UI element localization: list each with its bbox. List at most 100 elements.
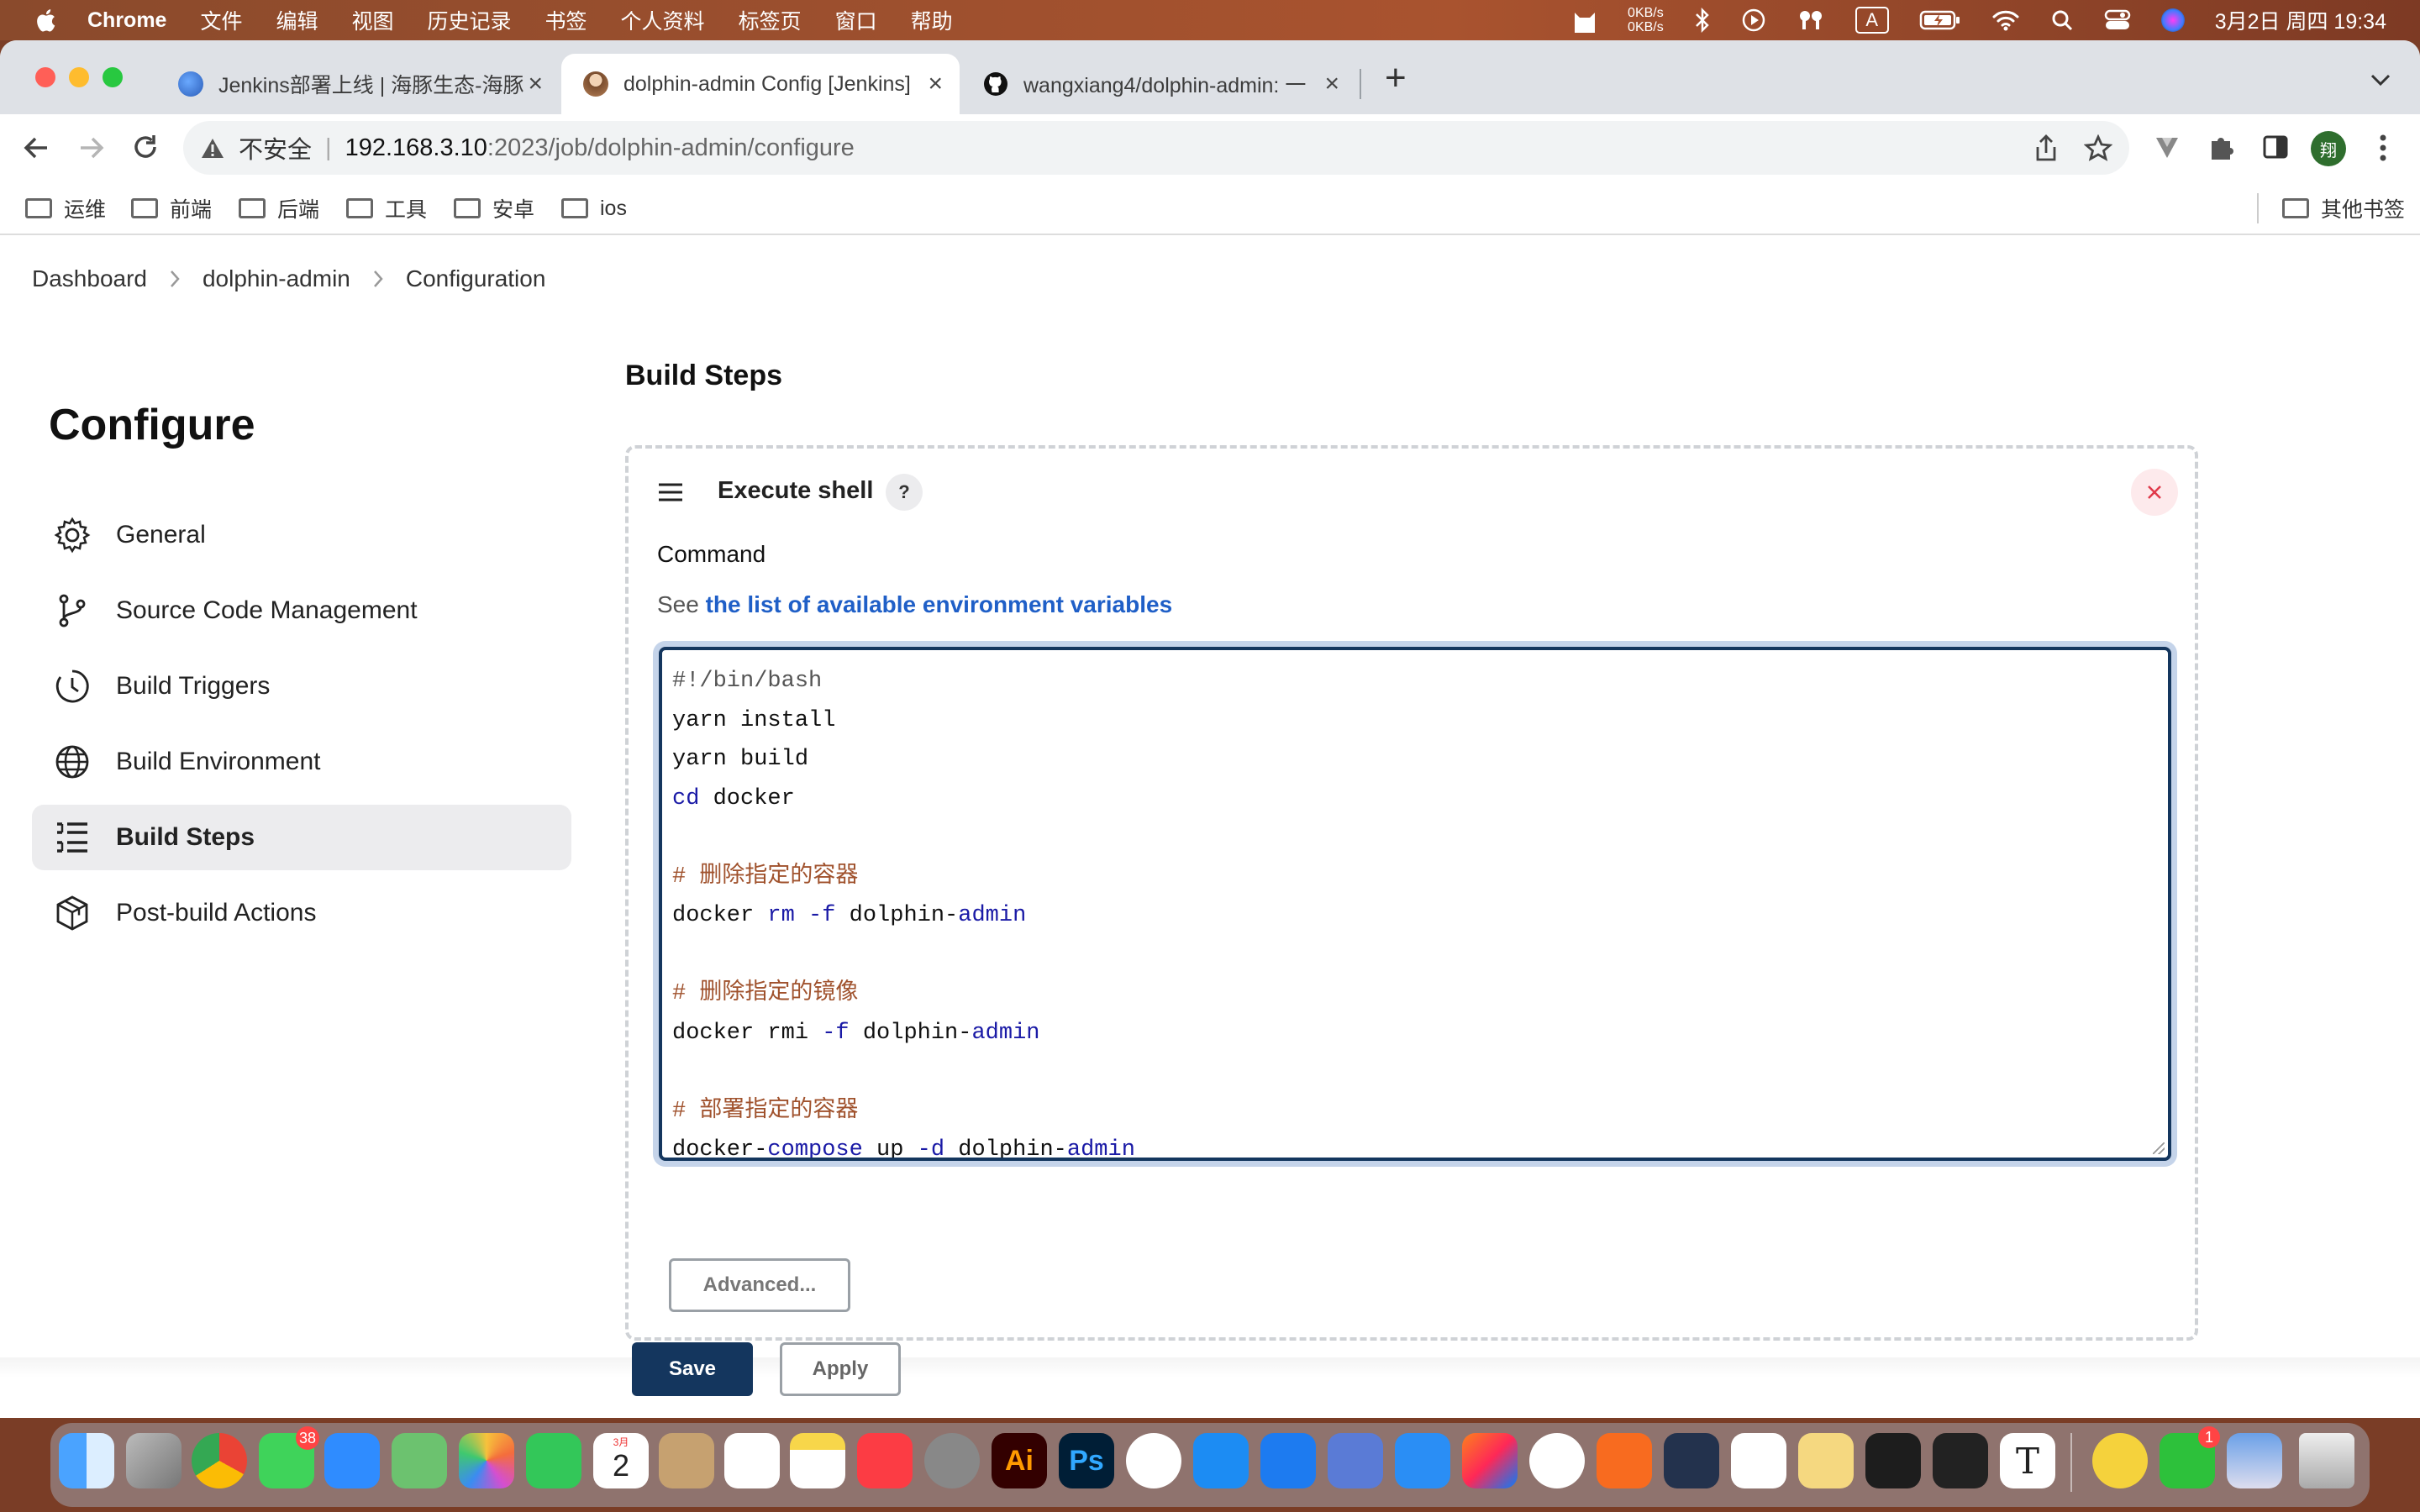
calendar-icon[interactable]: 3月 2 xyxy=(593,1433,649,1488)
sketch-pen-icon[interactable] xyxy=(1597,1433,1652,1488)
menu-view[interactable]: 视图 xyxy=(352,5,394,35)
menu-datetime[interactable]: 3月2日 周四 19:34 xyxy=(2215,5,2386,35)
sidebar-item-build-triggers[interactable]: Build Triggers xyxy=(32,654,571,719)
window-minimize-button[interactable] xyxy=(69,67,89,87)
testflight-icon[interactable] xyxy=(1260,1433,1316,1488)
chrome-icon[interactable] xyxy=(192,1433,247,1488)
reminders-icon[interactable] xyxy=(724,1433,780,1488)
save-button[interactable]: Save xyxy=(632,1342,753,1396)
airpods-icon[interactable] xyxy=(1797,8,1825,33)
chatgpt-icon[interactable] xyxy=(1126,1433,1181,1488)
input-method-icon[interactable]: A xyxy=(1854,7,1889,34)
breadcrumb-dashboard[interactable]: Dashboard xyxy=(32,265,147,292)
extensions-puzzle-icon[interactable] xyxy=(2208,133,2235,161)
tab-github-repo[interactable]: wangxiang4/dolphin-admin: 一 × xyxy=(961,54,1356,114)
activity-monitor-icon[interactable] xyxy=(1865,1433,1921,1488)
address-bar[interactable]: 不安全 | 192.168.3.10:2023/job/dolphin-admi… xyxy=(183,121,2129,175)
sidebar-item-build-environment[interactable]: Build Environment xyxy=(32,729,571,795)
tab-jenkins-blog[interactable]: Jenkins部署上线 | 海豚生态-海豚 × xyxy=(156,54,560,114)
window-zoom-button[interactable] xyxy=(103,67,123,87)
env-vars-link[interactable]: the list of available environment variab… xyxy=(706,591,1173,617)
side-panel-icon[interactable] xyxy=(2262,134,2289,160)
qq-music-icon[interactable] xyxy=(2092,1433,2148,1488)
redis-desktop-icon[interactable] xyxy=(1731,1433,1786,1488)
xcode-icon[interactable] xyxy=(1328,1433,1383,1488)
menu-history[interactable]: 历史记录 xyxy=(428,5,512,35)
menu-bookmarks[interactable]: 书签 xyxy=(545,5,587,35)
menu-file[interactable]: 文件 xyxy=(200,5,242,35)
more-menu-icon[interactable] xyxy=(2378,133,2388,163)
contacts-icon[interactable] xyxy=(659,1433,714,1488)
bookmark-folder-ios[interactable]: ios xyxy=(561,181,627,235)
bluetooth-icon[interactable] xyxy=(1694,8,1711,33)
tab-dolphin-config[interactable]: dolphin-admin Config [Jenkins] × xyxy=(561,54,960,114)
apply-button[interactable]: Apply xyxy=(780,1342,901,1396)
back-arrow-icon[interactable] xyxy=(22,134,50,161)
simulator-icon[interactable] xyxy=(1395,1433,1450,1488)
preview-icon[interactable] xyxy=(2227,1433,2282,1488)
new-tab-plus-icon[interactable]: + xyxy=(1385,57,1407,99)
wifi-icon[interactable] xyxy=(1991,8,2020,32)
siri-icon[interactable] xyxy=(2160,8,2185,32)
sidebar-item-source-code[interactable]: Source Code Management xyxy=(32,578,571,643)
play-circle-icon[interactable] xyxy=(1741,8,1766,33)
share-icon[interactable] xyxy=(2033,134,2059,162)
warning-triangle-icon[interactable] xyxy=(200,136,225,160)
bookmark-folder-other[interactable]: 其他书签 xyxy=(2282,181,2405,235)
sidebar-item-general[interactable]: General xyxy=(32,502,571,568)
bookmark-folder-frontend[interactable]: 前端 xyxy=(131,181,212,235)
bookmark-folder-android[interactable]: 安卓 xyxy=(454,181,534,235)
menu-help[interactable]: 帮助 xyxy=(911,5,953,35)
battery-icon[interactable] xyxy=(1919,9,1961,31)
launchpad-icon[interactable] xyxy=(126,1433,182,1488)
forward-arrow-icon[interactable] xyxy=(77,134,106,161)
bookmark-folder-ops[interactable]: 运维 xyxy=(25,181,106,235)
photos-icon[interactable] xyxy=(459,1433,514,1488)
profile-avatar[interactable]: 翔 xyxy=(2311,131,2346,166)
mail-icon[interactable] xyxy=(324,1433,380,1488)
cat-app-icon[interactable] xyxy=(1572,6,1597,34)
menu-edit[interactable]: 编辑 xyxy=(276,5,318,35)
command-textarea[interactable]: #!/bin/bash yarn install yarn build cd dock… xyxy=(659,647,2171,1161)
chevron-down-icon[interactable] xyxy=(2370,72,2391,87)
breadcrumb-configuration[interactable]: Configuration xyxy=(406,265,546,292)
tab-close-icon[interactable]: × xyxy=(528,70,543,98)
maps-icon[interactable] xyxy=(392,1433,447,1488)
music-icon[interactable] xyxy=(857,1433,913,1488)
drag-handle-icon[interactable] xyxy=(657,482,684,502)
apple-icon[interactable] xyxy=(34,7,57,34)
terminal-icon[interactable] xyxy=(1933,1433,1988,1488)
trash-icon[interactable] xyxy=(2299,1433,2354,1488)
menu-app-name[interactable]: Chrome xyxy=(87,8,166,33)
reload-icon[interactable] xyxy=(131,133,160,161)
bookmark-star-icon[interactable] xyxy=(2084,134,2112,161)
app-store-icon[interactable] xyxy=(1193,1433,1249,1488)
advanced-button[interactable]: Advanced... xyxy=(669,1258,850,1312)
cloud-app-icon[interactable] xyxy=(1664,1433,1719,1488)
resize-handle-icon[interactable] xyxy=(2153,1142,2165,1154)
facetime-icon[interactable] xyxy=(526,1433,581,1488)
bookmark-folder-tools[interactable]: 工具 xyxy=(346,181,427,235)
sidebar-item-post-build[interactable]: Post-build Actions xyxy=(32,880,571,946)
menu-tabs[interactable]: 标签页 xyxy=(739,5,802,35)
ai-assistant-icon[interactable] xyxy=(1529,1433,1585,1488)
menu-profile[interactable]: 个人资料 xyxy=(621,5,705,35)
photoshop-icon[interactable]: Ps xyxy=(1059,1433,1114,1488)
sidebar-item-build-steps[interactable]: Build Steps xyxy=(32,805,571,870)
help-icon[interactable]: ? xyxy=(886,474,923,511)
typora-icon[interactable]: T xyxy=(2000,1433,2055,1488)
breadcrumb-job[interactable]: dolphin-admin xyxy=(203,265,350,292)
menu-window[interactable]: 窗口 xyxy=(835,5,877,35)
intellij-idea-icon[interactable] xyxy=(1462,1433,1518,1488)
finder-icon[interactable] xyxy=(59,1433,114,1488)
vue-devtools-icon[interactable] xyxy=(2154,134,2180,160)
security-label[interactable]: 不安全 xyxy=(239,130,312,165)
tab-close-icon[interactable]: × xyxy=(928,70,943,98)
spotlight-search-icon[interactable] xyxy=(2050,8,2074,32)
control-center-icon[interactable] xyxy=(2104,8,2131,32)
window-close-button[interactable] xyxy=(35,67,55,87)
illustrator-icon[interactable]: Ai xyxy=(992,1433,1047,1488)
navicat-icon[interactable] xyxy=(1798,1433,1854,1488)
bookmark-folder-backend[interactable]: 后端 xyxy=(239,181,319,235)
delete-step-button[interactable] xyxy=(2131,469,2178,516)
